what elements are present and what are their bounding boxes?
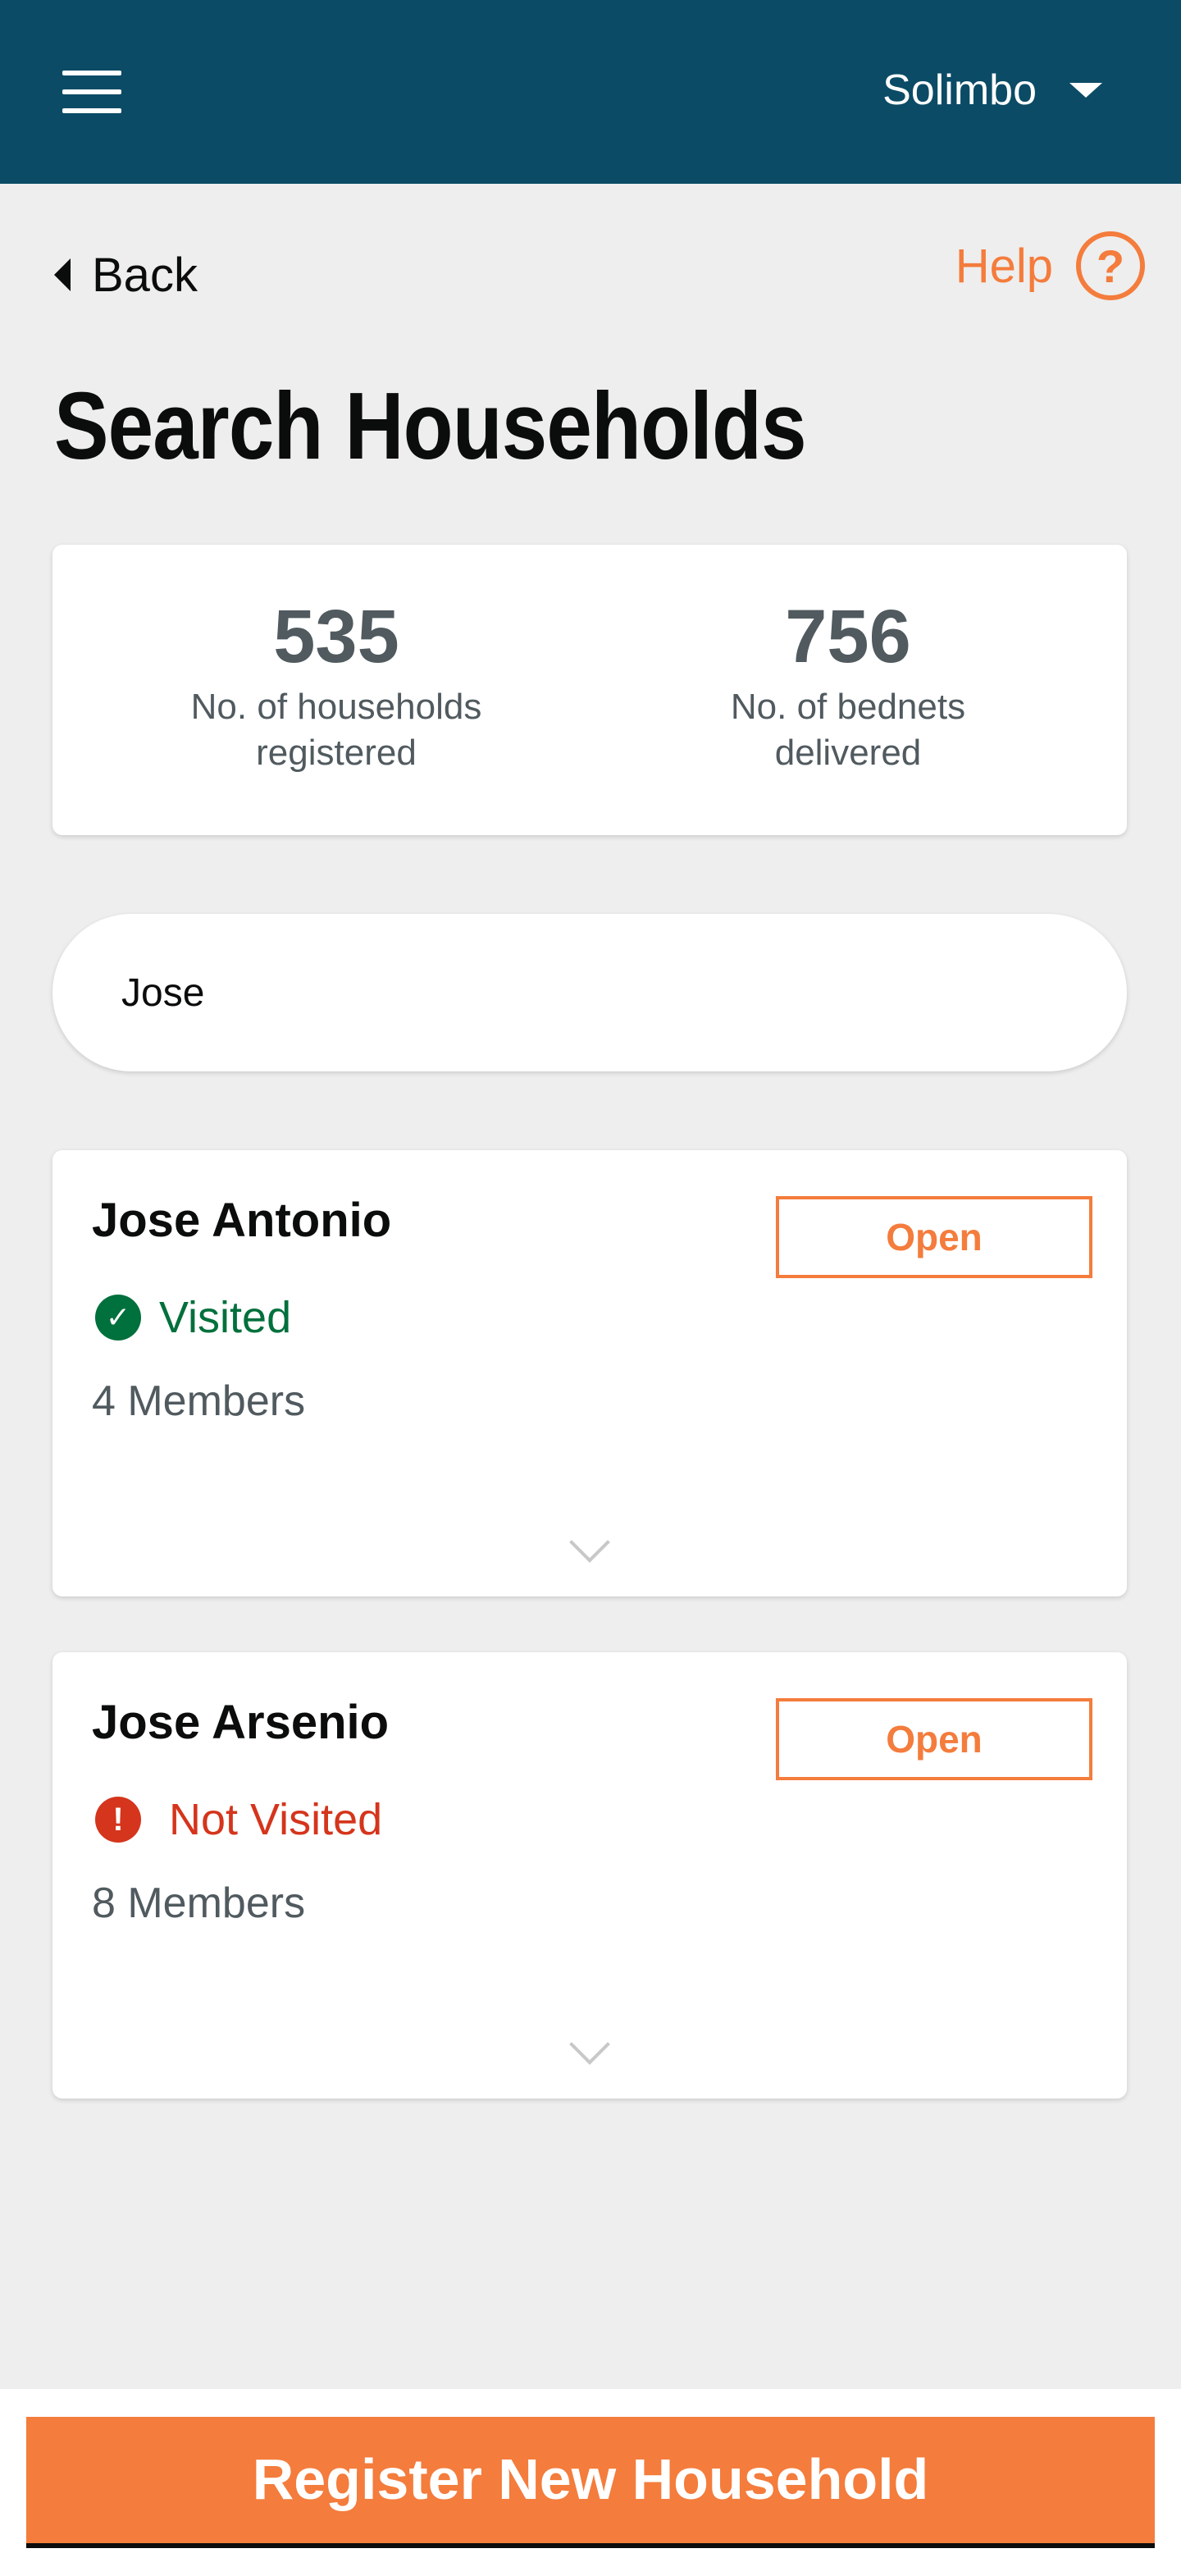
member-count: 4 Members (92, 1377, 306, 1425)
app-header: Solimbo (0, 0, 1181, 184)
help-label: Help (955, 239, 1053, 293)
stats-card: 535 No. of households registered 756 No.… (52, 545, 1127, 835)
search-input[interactable] (121, 970, 1058, 1016)
stat-bednets: 756 No. of bednets delivered (618, 594, 1078, 776)
stat-households: 535 No. of households registered (107, 594, 566, 776)
page-title: Search Households (54, 372, 807, 479)
help-icon: ? (1076, 231, 1145, 300)
menu-icon[interactable] (62, 71, 121, 113)
footer-bar: Register New Household (0, 2389, 1181, 2576)
caret-down-icon (1069, 83, 1102, 98)
stat-label: No. of bednets delivered (730, 687, 966, 773)
status-text: Not Visited (169, 1795, 383, 1844)
back-link[interactable]: Back (54, 238, 198, 312)
household-name: Jose Arsenio (92, 1696, 390, 1749)
open-button[interactable]: Open (776, 1196, 1092, 1278)
open-button[interactable]: Open (776, 1698, 1092, 1780)
household-card[interactable]: Jose Arsenio Open ! Not Visited 8 Member… (52, 1652, 1127, 2099)
status-text: Visited (159, 1293, 292, 1342)
stat-label: No. of households registered (190, 687, 482, 773)
back-label: Back (92, 248, 198, 302)
check-circle-icon: ✓ (95, 1295, 141, 1341)
stat-value: 535 (273, 595, 399, 678)
household-name: Jose Antonio (92, 1194, 392, 1247)
chevron-down-icon[interactable] (569, 2024, 610, 2065)
register-household-button[interactable]: Register New Household (26, 2417, 1155, 2548)
stat-value: 756 (785, 595, 911, 678)
user-dropdown[interactable]: Solimbo (882, 57, 1102, 123)
chevron-left-icon (54, 258, 71, 291)
user-name: Solimbo (882, 66, 1037, 114)
chevron-down-icon[interactable] (569, 1522, 610, 1563)
status-row: ✓ Visited (95, 1291, 291, 1344)
member-count: 8 Members (92, 1879, 306, 1927)
help-link[interactable]: Help ? (955, 226, 1145, 305)
alert-circle-icon: ! (95, 1797, 141, 1843)
status-row: ! Not Visited (95, 1793, 382, 1846)
household-card[interactable]: Jose Antonio Open ✓ Visited 4 Members (52, 1150, 1127, 1596)
search-box[interactable] (52, 914, 1127, 1071)
